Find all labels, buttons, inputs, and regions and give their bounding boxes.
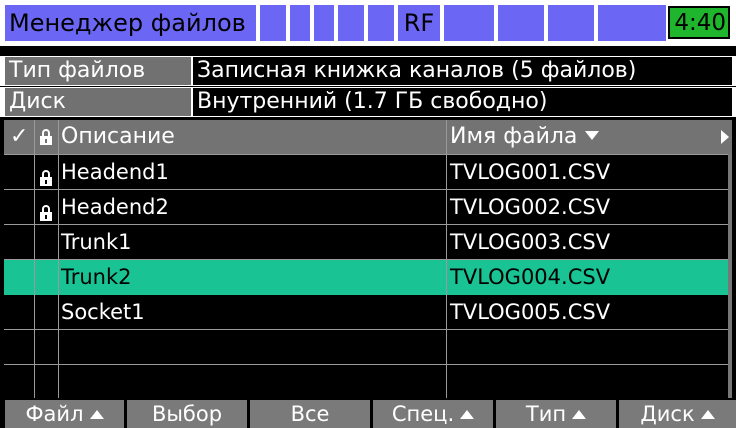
table-header: ✓ Описание Имя файла — [4, 120, 732, 155]
table-row[interactable]: Trunk1 TVLOG003.CSV — [4, 225, 728, 260]
row-description: Headend2 — [61, 195, 169, 219]
scroll-right-icon[interactable] — [721, 130, 729, 144]
table-row[interactable] — [4, 365, 728, 400]
disk-value[interactable]: Внутренний (1.7 ГБ свободно) — [193, 88, 732, 116]
description-header[interactable]: Описание — [61, 120, 175, 154]
sort-down-icon — [585, 131, 600, 140]
row-filename: TVLOG001.CSV — [450, 160, 611, 184]
status-slot — [314, 5, 336, 41]
disk-label: Диск — [5, 88, 191, 116]
app-title: Менеджер файлов — [5, 5, 258, 41]
column-divider — [58, 120, 59, 398]
lock-icon — [40, 198, 52, 221]
disk-button-label: Диск — [640, 402, 695, 426]
status-slot — [548, 5, 596, 41]
filename-header-label: Имя файла — [450, 124, 578, 149]
type-button-label: Тип — [525, 402, 567, 426]
file-button[interactable]: Файл — [5, 400, 124, 428]
check-header[interactable]: ✓ — [10, 120, 28, 154]
lock-icon — [40, 163, 52, 186]
up-arrow-icon — [460, 410, 475, 419]
disk-row[interactable]: Диск Внутренний (1.7 ГБ свободно) — [0, 87, 736, 117]
select-button[interactable]: Выбор — [127, 400, 247, 428]
status-slot — [260, 5, 288, 41]
softkey-bar: Файл Выбор Все Спец. Тип Диск — [0, 398, 736, 428]
table-row[interactable]: Socket1 TVLOG005.CSV — [4, 295, 728, 330]
status-slot — [444, 5, 496, 41]
file-type-label: Тип файлов — [5, 57, 191, 85]
rf-indicator: RF — [398, 5, 442, 41]
select-button-label: Выбор — [151, 402, 223, 426]
status-slot — [598, 5, 668, 41]
table-row[interactable]: Headend2 TVLOG002.CSV — [4, 190, 728, 225]
file-button-label: Файл — [25, 402, 84, 426]
up-arrow-icon — [572, 410, 587, 419]
lock-header-icon[interactable] — [40, 120, 52, 154]
up-arrow-icon — [700, 410, 715, 419]
file-table: ✓ Описание Имя файла Headend1 TVLOG001.CS… — [4, 120, 732, 400]
filename-header[interactable]: Имя файла — [450, 120, 600, 154]
row-description: Trunk1 — [61, 230, 132, 254]
all-button-label: Все — [290, 402, 330, 426]
row-filename: TVLOG005.CSV — [450, 300, 611, 324]
scrollbar[interactable] — [728, 154, 732, 398]
status-slot — [498, 5, 546, 41]
row-description: Trunk2 — [61, 265, 132, 289]
row-filename: TVLOG002.CSV — [450, 195, 611, 219]
up-arrow-icon — [89, 410, 104, 419]
table-row[interactable]: Headend1 TVLOG001.CSV — [4, 155, 728, 190]
file-type-row[interactable]: Тип файлов Записная книжка каналов (5 фа… — [0, 56, 736, 86]
clock: 4:40 — [668, 6, 730, 39]
table-row[interactable]: Trunk2 TVLOG004.CSV — [4, 260, 728, 295]
row-description: Headend1 — [61, 160, 169, 184]
spec-button[interactable]: Спец. — [373, 400, 493, 428]
row-filename: TVLOG004.CSV — [450, 265, 611, 289]
type-button[interactable]: Тип — [496, 400, 616, 428]
title-bar: Менеджер файлов RF 4:40 — [0, 0, 736, 46]
column-divider — [34, 120, 35, 398]
row-filename: TVLOG003.CSV — [450, 230, 611, 254]
all-button[interactable]: Все — [250, 400, 370, 428]
row-description: Socket1 — [61, 300, 145, 324]
status-slot — [368, 5, 396, 41]
column-divider — [446, 120, 447, 398]
status-slot — [290, 5, 312, 41]
status-slot — [338, 5, 366, 41]
file-type-value[interactable]: Записная книжка каналов (5 файлов) — [193, 57, 732, 85]
spec-button-label: Спец. — [391, 402, 455, 426]
table-row[interactable] — [4, 330, 728, 365]
disk-button[interactable]: Диск — [619, 400, 736, 428]
